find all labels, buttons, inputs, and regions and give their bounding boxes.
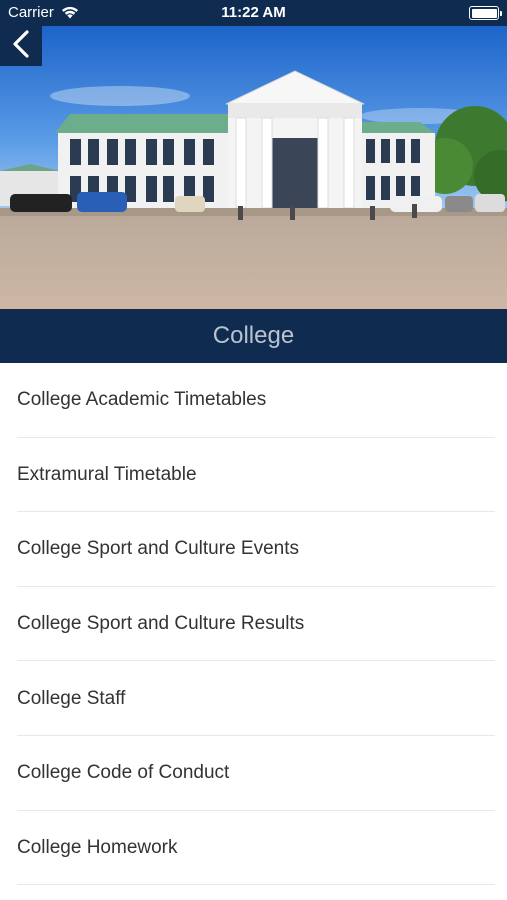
menu-item-extramural-timetable[interactable]: Extramural Timetable <box>0 438 507 513</box>
college-building-photo <box>0 26 507 309</box>
menu-item-label: College Homework <box>17 836 178 858</box>
menu-item-label: Extramural Timetable <box>17 463 197 485</box>
battery-icon <box>469 6 502 20</box>
menu-item-label: College Staff <box>17 687 126 709</box>
clock: 11:22 AM <box>221 4 286 21</box>
menu-item-sport-culture-results[interactable]: College Sport and Culture Results <box>0 587 507 662</box>
status-bar: Carrier 11:22 AM <box>0 0 507 26</box>
page-title-bar: College <box>0 309 507 363</box>
menu-item-code-of-conduct[interactable]: College Code of Conduct <box>0 736 507 811</box>
menu-list: College Academic Timetables Extramural T… <box>0 363 507 885</box>
menu-item-homework[interactable]: College Homework <box>0 811 507 886</box>
back-button[interactable] <box>0 26 42 66</box>
chevron-left-icon <box>11 29 31 63</box>
menu-item-label: College Code of Conduct <box>17 762 230 784</box>
menu-item-label: College Sport and Culture Events <box>17 538 299 560</box>
menu-item-label: College Academic Timetables <box>17 389 267 411</box>
page-title: College <box>212 322 295 349</box>
menu-item-label: College Sport and Culture Results <box>17 613 305 635</box>
menu-item-academic-timetables[interactable]: College Academic Timetables <box>0 363 507 438</box>
menu-item-sport-culture-events[interactable]: College Sport and Culture Events <box>0 512 507 587</box>
menu-item-college-staff[interactable]: College Staff <box>0 661 507 736</box>
